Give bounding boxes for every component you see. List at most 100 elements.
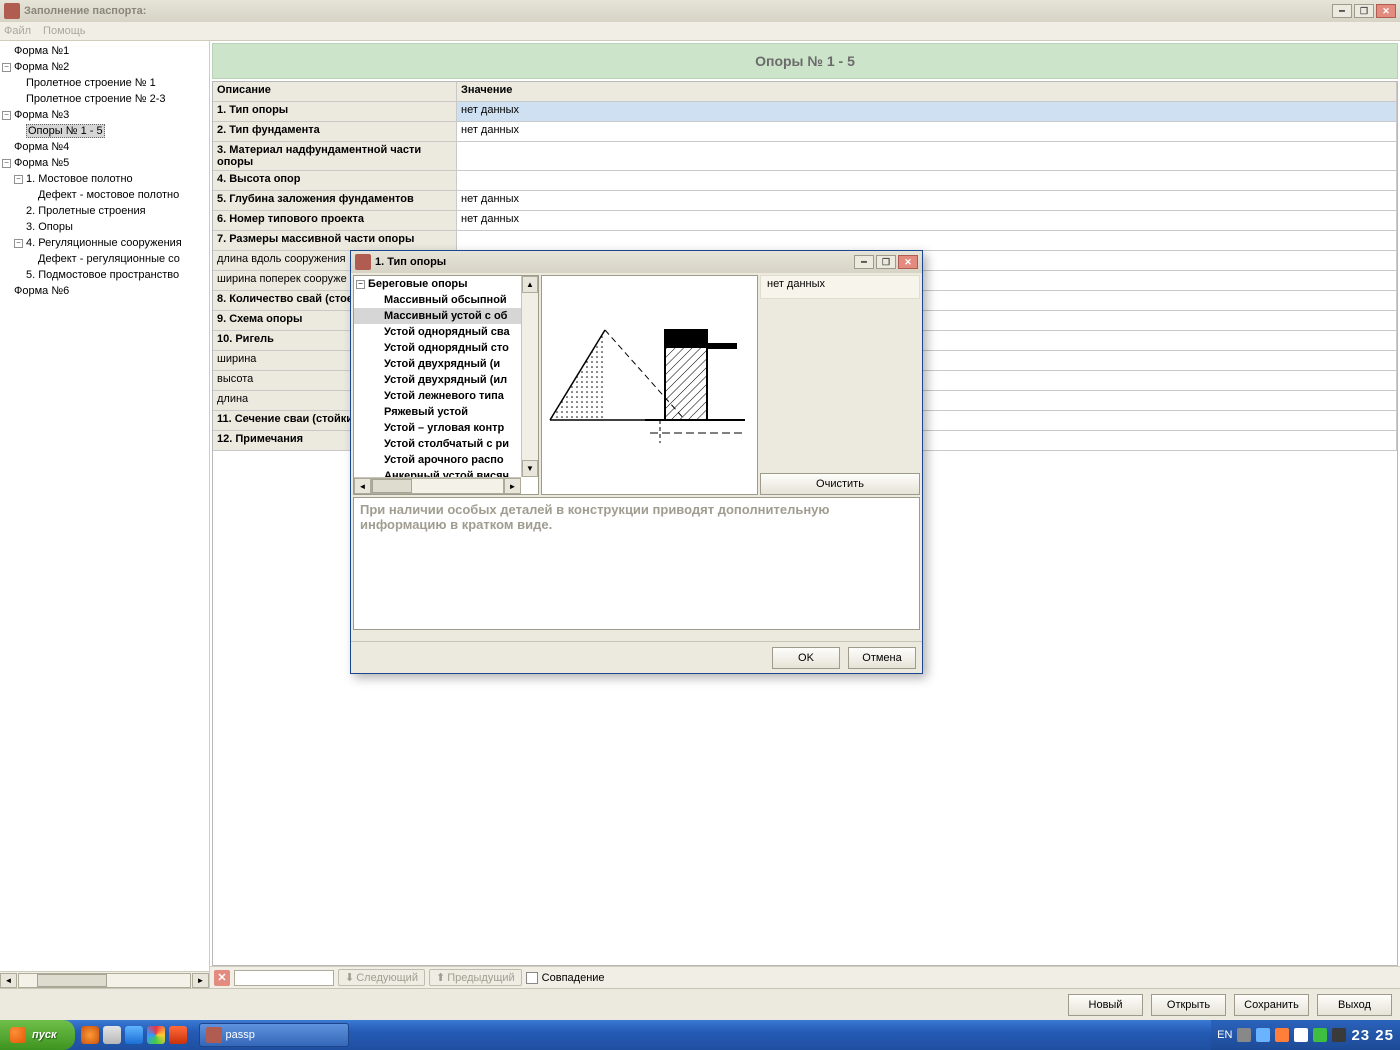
type-item[interactable]: Массивный обсыпной <box>354 292 538 308</box>
abutment-diagram-icon <box>545 325 755 445</box>
cancel-button[interactable]: Отмена <box>848 647 916 669</box>
clear-button[interactable]: Очистить <box>760 473 920 495</box>
quicklaunch <box>75 1026 193 1044</box>
dialog-minimize-button[interactable]: ━ <box>854 255 874 269</box>
tree-item[interactable]: Форма №4 <box>14 141 69 153</box>
quicklaunch-icon[interactable] <box>147 1026 165 1044</box>
form-tree[interactable]: Форма №1 −Форма №2 Пролетное строение № … <box>0 41 209 971</box>
menu-bar: Файл Помощь <box>0 22 1400 41</box>
collapse-icon[interactable]: − <box>14 175 23 184</box>
tray-icon[interactable] <box>1313 1028 1327 1042</box>
grid-value[interactable] <box>457 171 1397 190</box>
tree-item[interactable]: 3. Опоры <box>26 221 73 233</box>
type-item[interactable]: Устой арочного распо <box>354 452 538 468</box>
scroll-right-icon[interactable]: ► <box>504 478 521 494</box>
tree-item[interactable]: 4. Регуляционные сооружения <box>26 237 182 249</box>
find-bar: ✕ ⬇ Следующий ⬆ Предыдущий Совпадение <box>210 966 1400 988</box>
save-button[interactable]: Сохранить <box>1234 994 1309 1016</box>
grid-value[interactable]: нет данных <box>457 191 1397 210</box>
type-item[interactable]: Устой двухрядный (ил <box>354 372 538 388</box>
tray-icon[interactable] <box>1294 1028 1308 1042</box>
start-button[interactable]: пуск <box>0 1020 75 1050</box>
find-prev-button[interactable]: ⬆ Предыдущий <box>429 969 522 986</box>
tray-lang[interactable]: EN <box>1217 1029 1232 1041</box>
tree-hscroll[interactable]: ◄ ► <box>0 971 209 988</box>
type-item[interactable]: Ряжевый устой <box>354 404 538 420</box>
type-item[interactable]: Устой двухрядный (и <box>354 356 538 372</box>
menu-help[interactable]: Помощь <box>43 25 86 37</box>
type-vscroll[interactable]: ▲ ▼ <box>521 276 538 477</box>
grid-value[interactable]: нет данных <box>457 102 1397 121</box>
quicklaunch-icon[interactable] <box>81 1026 99 1044</box>
tree-item[interactable]: Дефект - мостовое полотно <box>38 189 179 201</box>
type-item[interactable]: Массивный устой с об <box>354 308 538 324</box>
scroll-up-icon[interactable]: ▲ <box>522 276 538 293</box>
ok-button[interactable]: OK <box>772 647 840 669</box>
tree-item[interactable]: Форма №1 <box>14 45 69 57</box>
tree-item[interactable]: Дефект - регуляционные со <box>38 253 180 265</box>
type-item[interactable]: Устой лежневого типа <box>354 388 538 404</box>
tree-item-selected[interactable]: Опоры № 1 - 5 <box>26 124 105 138</box>
grid-desc: 7. Размеры массивной части опоры <box>213 231 457 250</box>
tree-item[interactable]: Пролетное строение № 1 <box>26 77 156 89</box>
menu-file[interactable]: Файл <box>4 25 31 37</box>
type-item[interactable]: Устой – угловая контр <box>354 420 538 436</box>
grid-value[interactable]: нет данных <box>457 211 1397 230</box>
dialog-maximize-button[interactable]: ❐ <box>876 255 896 269</box>
quicklaunch-icon[interactable] <box>103 1026 121 1044</box>
find-close-icon[interactable]: ✕ <box>214 970 230 986</box>
dialog-titlebar[interactable]: 1. Тип опоры ━ ❐ ✕ <box>351 251 922 273</box>
tree-item[interactable]: Форма №6 <box>14 285 69 297</box>
grid-value[interactable]: нет данных <box>457 122 1397 141</box>
find-input[interactable] <box>234 970 334 986</box>
tree-item[interactable]: Форма №2 <box>14 61 69 73</box>
find-next-button[interactable]: ⬇ Следующий <box>338 969 425 986</box>
close-button[interactable]: ✕ <box>1376 4 1396 18</box>
grid-desc: 2. Тип фундамента <box>213 122 457 141</box>
tray-icon[interactable] <box>1256 1028 1270 1042</box>
type-item[interactable]: Устой однорядный сто <box>354 340 538 356</box>
type-tree[interactable]: −Береговые опоры Массивный обсыпнойМасси… <box>353 275 539 495</box>
type-item[interactable]: Устой столбчатый с ри <box>354 436 538 452</box>
taskbar-app-button[interactable]: passp <box>199 1023 349 1047</box>
column-header-val: Значение <box>457 82 1397 101</box>
quicklaunch-icon[interactable] <box>169 1026 187 1044</box>
app-icon <box>4 3 20 19</box>
type-item[interactable]: Устой однорядный сва <box>354 324 538 340</box>
tree-item[interactable]: Форма №3 <box>14 109 69 121</box>
collapse-icon[interactable]: − <box>2 111 11 120</box>
maximize-button[interactable]: ❐ <box>1354 4 1374 18</box>
tree-item[interactable]: 1. Мостовое полотно <box>26 173 133 185</box>
grid-value[interactable] <box>457 142 1397 170</box>
tree-item[interactable]: 5. Подмостовое пространство <box>26 269 179 281</box>
tree-item[interactable]: Пролетное строение № 2-3 <box>26 93 166 105</box>
grid-value[interactable] <box>457 231 1397 250</box>
tree-item[interactable]: 2. Пролетные строения <box>26 205 146 217</box>
type-root[interactable]: Береговые опоры <box>368 278 468 290</box>
scroll-right-icon[interactable]: ► <box>192 973 209 988</box>
tray-icon[interactable] <box>1332 1028 1346 1042</box>
tray-icon[interactable] <box>1237 1028 1251 1042</box>
type-note: При наличии особых деталей в конструкции… <box>353 497 920 630</box>
collapse-icon[interactable]: − <box>14 239 23 248</box>
tray-clock[interactable]: 23 25 <box>1351 1027 1394 1044</box>
collapse-icon[interactable]: − <box>356 280 365 289</box>
minimize-button[interactable]: ━ <box>1332 4 1352 18</box>
open-button[interactable]: Открыть <box>1151 994 1226 1016</box>
scroll-down-icon[interactable]: ▼ <box>522 460 538 477</box>
page-title: Опоры № 1 - 5 <box>212 43 1398 79</box>
quicklaunch-icon[interactable] <box>125 1026 143 1044</box>
dialog-close-button[interactable]: ✕ <box>898 255 918 269</box>
find-match-checkbox[interactable] <box>526 972 538 984</box>
grid-desc: 5. Глубина заложения фундаментов <box>213 191 457 210</box>
type-preview <box>541 275 758 495</box>
collapse-icon[interactable]: − <box>2 63 11 72</box>
tray-icon[interactable] <box>1275 1028 1289 1042</box>
tree-item[interactable]: Форма №5 <box>14 157 69 169</box>
scroll-left-icon[interactable]: ◄ <box>354 478 371 494</box>
exit-button[interactable]: Выход <box>1317 994 1392 1016</box>
new-button[interactable]: Новый <box>1068 994 1143 1016</box>
type-hscroll[interactable]: ◄ ► <box>354 477 521 494</box>
collapse-icon[interactable]: − <box>2 159 11 168</box>
scroll-left-icon[interactable]: ◄ <box>0 973 17 988</box>
